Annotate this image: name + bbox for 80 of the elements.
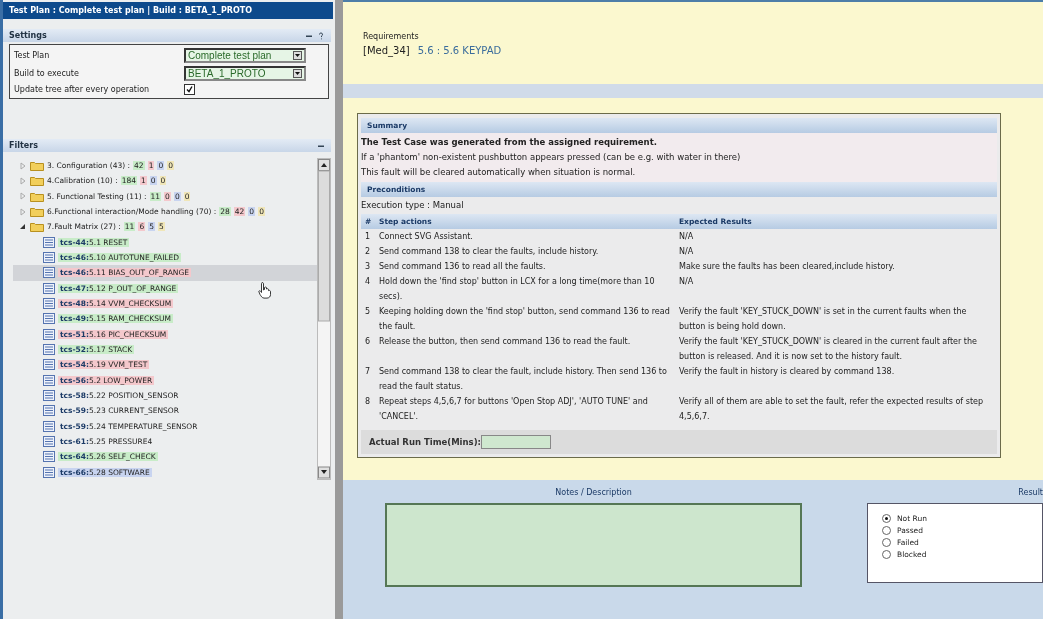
table-cell-text: Repeat steps 4,5,6,7 for buttons 'Open Stop ADJ', 'AUTO TUNE' and 'CANCEL'. bbox=[378, 396, 649, 423]
radio-button[interactable] bbox=[882, 526, 891, 535]
table-cell: Connect SVG Assistant. bbox=[375, 229, 675, 244]
folder-icon bbox=[30, 175, 44, 187]
summary-text: The Test Case was generated from the assigned requirement. bbox=[361, 136, 658, 149]
panel-title: Settings bbox=[9, 31, 47, 40]
test-case-icon bbox=[43, 405, 55, 417]
test-case-icon bbox=[43, 374, 55, 386]
field-label: Build to execute bbox=[14, 69, 80, 78]
field-label: Result bbox=[1018, 488, 1043, 497]
step-number: 7 bbox=[364, 366, 372, 378]
test-case-icon bbox=[43, 359, 55, 371]
table-cell: N/A bbox=[675, 229, 997, 244]
radio-button[interactable] bbox=[882, 538, 891, 547]
test-case-icon bbox=[43, 252, 55, 264]
requirement-title[interactable]: 5.6 : 5.6 KEYPAD bbox=[417, 45, 502, 56]
table-cell-text: Verify the fault in history is cleared by command 138. bbox=[678, 366, 896, 378]
table-cell-text: Verify the fault 'KEY_STUCK_DOWN' is set in the current faults when the button is being hold down. bbox=[678, 306, 968, 333]
table-cell-text: Make sure the faults has been cleared,include history. bbox=[678, 261, 896, 273]
test-case-icon bbox=[43, 236, 55, 248]
step-number: 5 bbox=[364, 306, 372, 318]
radio-button[interactable] bbox=[882, 514, 891, 523]
collapsed-arrow-icon[interactable] bbox=[19, 207, 27, 216]
radio-button[interactable] bbox=[882, 550, 891, 559]
collapsed-arrow-icon[interactable] bbox=[19, 177, 27, 185]
test-case-icon bbox=[43, 328, 55, 340]
test-case-icon bbox=[43, 420, 55, 432]
dropdown[interactable]: BETA_1_PROTO bbox=[184, 66, 306, 81]
collapsed-arrow-icon[interactable] bbox=[19, 192, 27, 201]
hand-cursor-icon bbox=[258, 281, 272, 299]
test-case-icon bbox=[43, 298, 55, 310]
field-label: Update tree after every operation bbox=[14, 85, 151, 94]
test-case-icon bbox=[43, 267, 55, 279]
window-title: Test Plan : Complete test plan | Build : BETA_1_PROTO bbox=[3, 2, 333, 19]
step-number: 4 bbox=[364, 276, 372, 288]
folder-icon bbox=[30, 160, 44, 172]
table-cell-text: Verify the fault 'KEY_STUCK_DOWN' is cleared in the current fault after the button is released. And it is now set to the history fault. bbox=[678, 336, 978, 363]
table-cell-text: Release the button, then send command 136 to read the fault. bbox=[378, 336, 632, 348]
step-number: 8 bbox=[364, 396, 372, 408]
folder-icon bbox=[30, 206, 44, 218]
table-cell-text: Verify all of them are able to set the fault, refer the expected results of step 4,5,6,7. bbox=[678, 396, 985, 423]
step-number: 6 bbox=[364, 336, 372, 348]
field-label: Actual Run Time(Mins): bbox=[369, 437, 481, 447]
help-icon[interactable] bbox=[317, 31, 325, 40]
step-number: 1 bbox=[361, 229, 375, 244]
collapsed-arrow-icon[interactable] bbox=[19, 161, 27, 170]
test-case-icon bbox=[43, 344, 55, 356]
test-case-icon bbox=[43, 313, 55, 325]
section-label: Requirements bbox=[363, 32, 420, 41]
step-number: 3 bbox=[364, 261, 372, 273]
summary-text: This fault will be cleared automatically when situation is normal. bbox=[361, 166, 637, 179]
table-cell-text: Send command 138 to clear the fault, include history. Then send 136 to read the fault status. bbox=[378, 366, 668, 393]
table-cell-text: Send command 138 to clear the faults, include history. bbox=[378, 246, 600, 258]
dropdown-arrow-icon bbox=[293, 69, 302, 78]
test-case-icon bbox=[43, 436, 55, 448]
folder-icon bbox=[30, 221, 44, 233]
checkbox[interactable] bbox=[184, 84, 195, 95]
notes-field[interactable] bbox=[385, 503, 802, 587]
table-cell-text: N/A bbox=[678, 246, 695, 258]
dropdown[interactable]: Complete test plan bbox=[184, 48, 306, 63]
expanded-arrow-icon[interactable] bbox=[19, 222, 27, 231]
scrollbar[interactable] bbox=[317, 158, 331, 480]
requirement-id: [Med_34] bbox=[363, 45, 410, 56]
field-label: Notes / Description bbox=[555, 488, 632, 497]
dropdown-arrow-icon bbox=[293, 51, 302, 60]
test-case-icon bbox=[43, 282, 55, 294]
table-cell-text: Hold down the 'find stop' button in LCX for a long time(more than 10 secs). bbox=[378, 276, 656, 303]
summary-text: If a 'phantom' non-existent pushbutton appears pressed (can be e.g. with water in there) bbox=[361, 151, 742, 164]
table-cell-text: Send command 136 to read all the faults. bbox=[378, 261, 547, 273]
test-case-icon bbox=[43, 390, 55, 402]
panel-title: Filters bbox=[9, 141, 38, 150]
test-case-icon bbox=[43, 466, 55, 478]
field-label: Test Plan bbox=[14, 51, 51, 60]
execution-type: Execution type : Manual bbox=[361, 199, 465, 212]
folder-icon bbox=[30, 190, 44, 202]
input-field[interactable] bbox=[480, 435, 551, 449]
table-cell-text: N/A bbox=[678, 276, 695, 288]
table-cell-text: Keeping holding down the 'find stop' button, send command 136 to read the fault. bbox=[378, 306, 671, 333]
test-case-icon bbox=[43, 451, 55, 463]
step-number: 2 bbox=[364, 246, 372, 258]
